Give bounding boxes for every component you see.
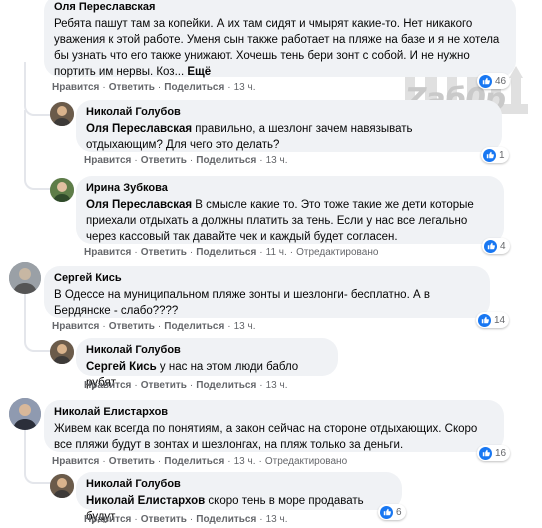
avatar[interactable] xyxy=(50,474,74,498)
mention-link[interactable]: Николай Елистархов xyxy=(86,495,205,507)
comment-bubble: Николай Елистархов Живем как всегда по п… xyxy=(44,400,504,452)
reply-button[interactable]: Ответить xyxy=(141,155,187,166)
like-button[interactable]: Нравится xyxy=(84,247,131,258)
comment-actions: Нравится · Ответить · Поделиться · 13 ч. xyxy=(52,321,256,332)
comment-author[interactable]: Сергей Кись xyxy=(54,272,480,285)
reaction-count[interactable]: 4 xyxy=(482,238,510,254)
share-button[interactable]: Поделиться xyxy=(164,456,224,467)
mention-link[interactable]: Сергей Кись xyxy=(86,361,157,373)
timestamp[interactable]: 13 ч. xyxy=(266,380,288,391)
comment-bubble: Николай Голубов Николай Елистархов скоро… xyxy=(76,472,402,523)
reaction-count[interactable]: 46 xyxy=(477,73,511,89)
share-button[interactable]: Поделиться xyxy=(164,321,224,332)
comment-text: Живем как всегда по понятиям, а закон се… xyxy=(54,423,478,451)
timestamp[interactable]: 13 ч. xyxy=(234,321,256,332)
reply-button[interactable]: Ответить xyxy=(141,514,187,525)
share-button[interactable]: Поделиться xyxy=(164,82,224,93)
like-button[interactable]: Нравится xyxy=(52,82,99,93)
comment-actions: Нравится · Ответить · Поделиться · 13 ч. xyxy=(84,155,288,166)
reply-button[interactable]: Ответить xyxy=(109,321,155,332)
like-button[interactable]: Нравится xyxy=(84,514,131,525)
comment-text: Ребята пашут там за копейки. А их там си… xyxy=(54,18,500,78)
comment-bubble: Николай Голубов Сергей Кись у нас на это… xyxy=(76,338,338,389)
like-button[interactable]: Нравится xyxy=(52,321,99,332)
comment-bubble: Оля Переславская Ребята пашут там за коп… xyxy=(44,0,516,78)
timestamp[interactable]: 11 ч. xyxy=(266,247,287,258)
like-icon xyxy=(479,446,492,460)
comment-bubble: Николай Голубов Оля Переславская правиль… xyxy=(76,100,502,152)
comment-author[interactable]: Оля Переславская xyxy=(54,1,506,14)
avatar[interactable] xyxy=(9,398,41,430)
reply-button[interactable]: Ответить xyxy=(141,380,187,391)
avatar[interactable] xyxy=(9,262,41,294)
reaction-count[interactable]: 6 xyxy=(378,504,406,520)
reply-button[interactable]: Ответить xyxy=(109,82,155,93)
see-more-link[interactable]: Ещё xyxy=(187,66,211,78)
like-icon xyxy=(380,505,393,519)
comment-actions: Нравится · Ответить · Поделиться · 13 ч. xyxy=(84,380,288,391)
avatar[interactable] xyxy=(50,340,74,364)
thread-line xyxy=(24,110,52,190)
like-icon xyxy=(484,239,497,253)
share-button[interactable]: Поделиться xyxy=(196,380,256,391)
comment-text: Оля Переславская правильно, а шезлонг за… xyxy=(86,123,413,151)
avatar[interactable] xyxy=(50,178,74,202)
comment-author[interactable]: Николай Голубов xyxy=(86,344,328,357)
share-button[interactable]: Поделиться xyxy=(196,155,256,166)
like-button[interactable]: Нравится xyxy=(84,155,131,166)
comment-text: В Одессе на муниципальном пляже зонты и … xyxy=(54,289,430,317)
comment-bubble: Сергей Кись В Одессе на муниципальном пл… xyxy=(44,266,490,318)
like-icon xyxy=(478,313,491,327)
timestamp[interactable]: 13 ч. xyxy=(266,514,288,525)
like-icon xyxy=(479,74,492,88)
comment-author[interactable]: Николай Голубов xyxy=(86,478,392,491)
edited-label[interactable]: Отредактировано xyxy=(265,456,347,467)
timestamp[interactable]: 13 ч. xyxy=(234,82,256,93)
like-icon xyxy=(483,148,496,162)
reaction-count[interactable]: 16 xyxy=(477,445,511,461)
comment-actions: Нравится · Ответить · Поделиться · 13 ч. · Отред… xyxy=(52,456,348,467)
avatar[interactable] xyxy=(50,102,74,126)
edited-label[interactable]: Отредактировано xyxy=(296,247,378,258)
mention-link[interactable]: Оля Переславская xyxy=(86,123,192,135)
timestamp[interactable]: 13 ч. xyxy=(234,456,256,467)
comment-bubble: Ирина Зубкова Оля Переславская В смысле … xyxy=(76,176,504,244)
comment-author[interactable]: Николай Голубов xyxy=(86,106,492,119)
comment-actions: Нравится · Ответить · Поделиться · 13 ч. xyxy=(52,82,256,93)
like-button[interactable]: Нравится xyxy=(52,456,99,467)
comment-actions: Нравится · Ответить · Поделиться · 13 ч. xyxy=(84,514,288,525)
reply-button[interactable]: Ответить xyxy=(141,247,187,258)
timestamp[interactable]: 13 ч. xyxy=(266,155,288,166)
share-button[interactable]: Поделиться xyxy=(196,514,256,525)
comment-text: Оля Переславская В смысле какие то. Это … xyxy=(86,199,474,243)
comment-actions: Нравится · Ответить · Поделиться · 11 ч. · Отред… xyxy=(84,247,379,258)
reaction-count[interactable]: 1 xyxy=(481,147,509,163)
comment-author[interactable]: Ирина Зубкова xyxy=(86,182,494,195)
reply-button[interactable]: Ответить xyxy=(109,456,155,467)
like-button[interactable]: Нравится xyxy=(84,380,131,391)
share-button[interactable]: Поделиться xyxy=(196,247,256,258)
reaction-count[interactable]: 14 xyxy=(476,312,510,328)
mention-link[interactable]: Оля Переславская xyxy=(86,199,192,211)
comment-author[interactable]: Николай Елистархов xyxy=(54,406,494,419)
